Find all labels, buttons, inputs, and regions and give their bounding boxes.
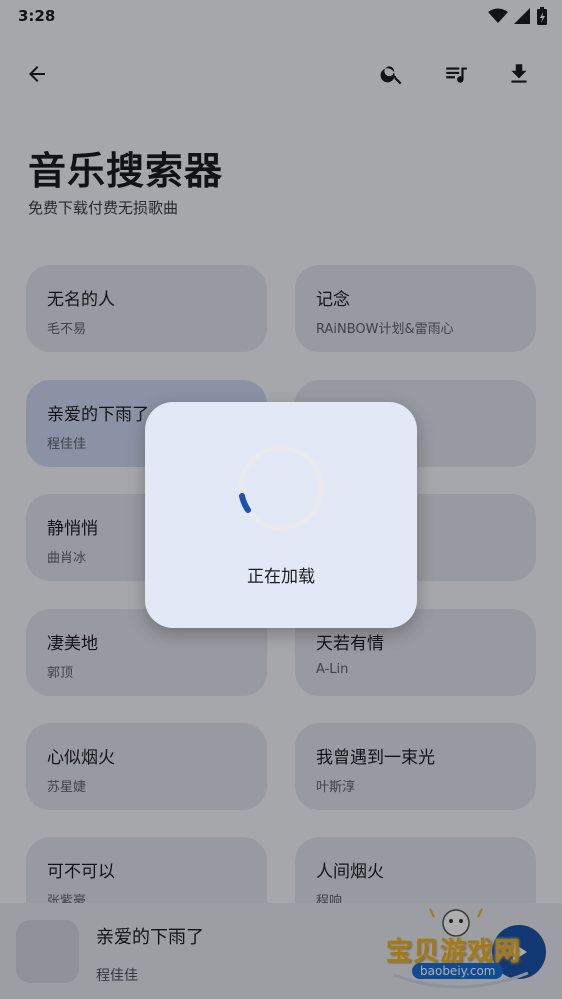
loading-spinner-icon — [239, 446, 323, 530]
loading-dialog: 正在加载 — [145, 402, 417, 628]
loading-message: 正在加载 — [247, 567, 315, 587]
